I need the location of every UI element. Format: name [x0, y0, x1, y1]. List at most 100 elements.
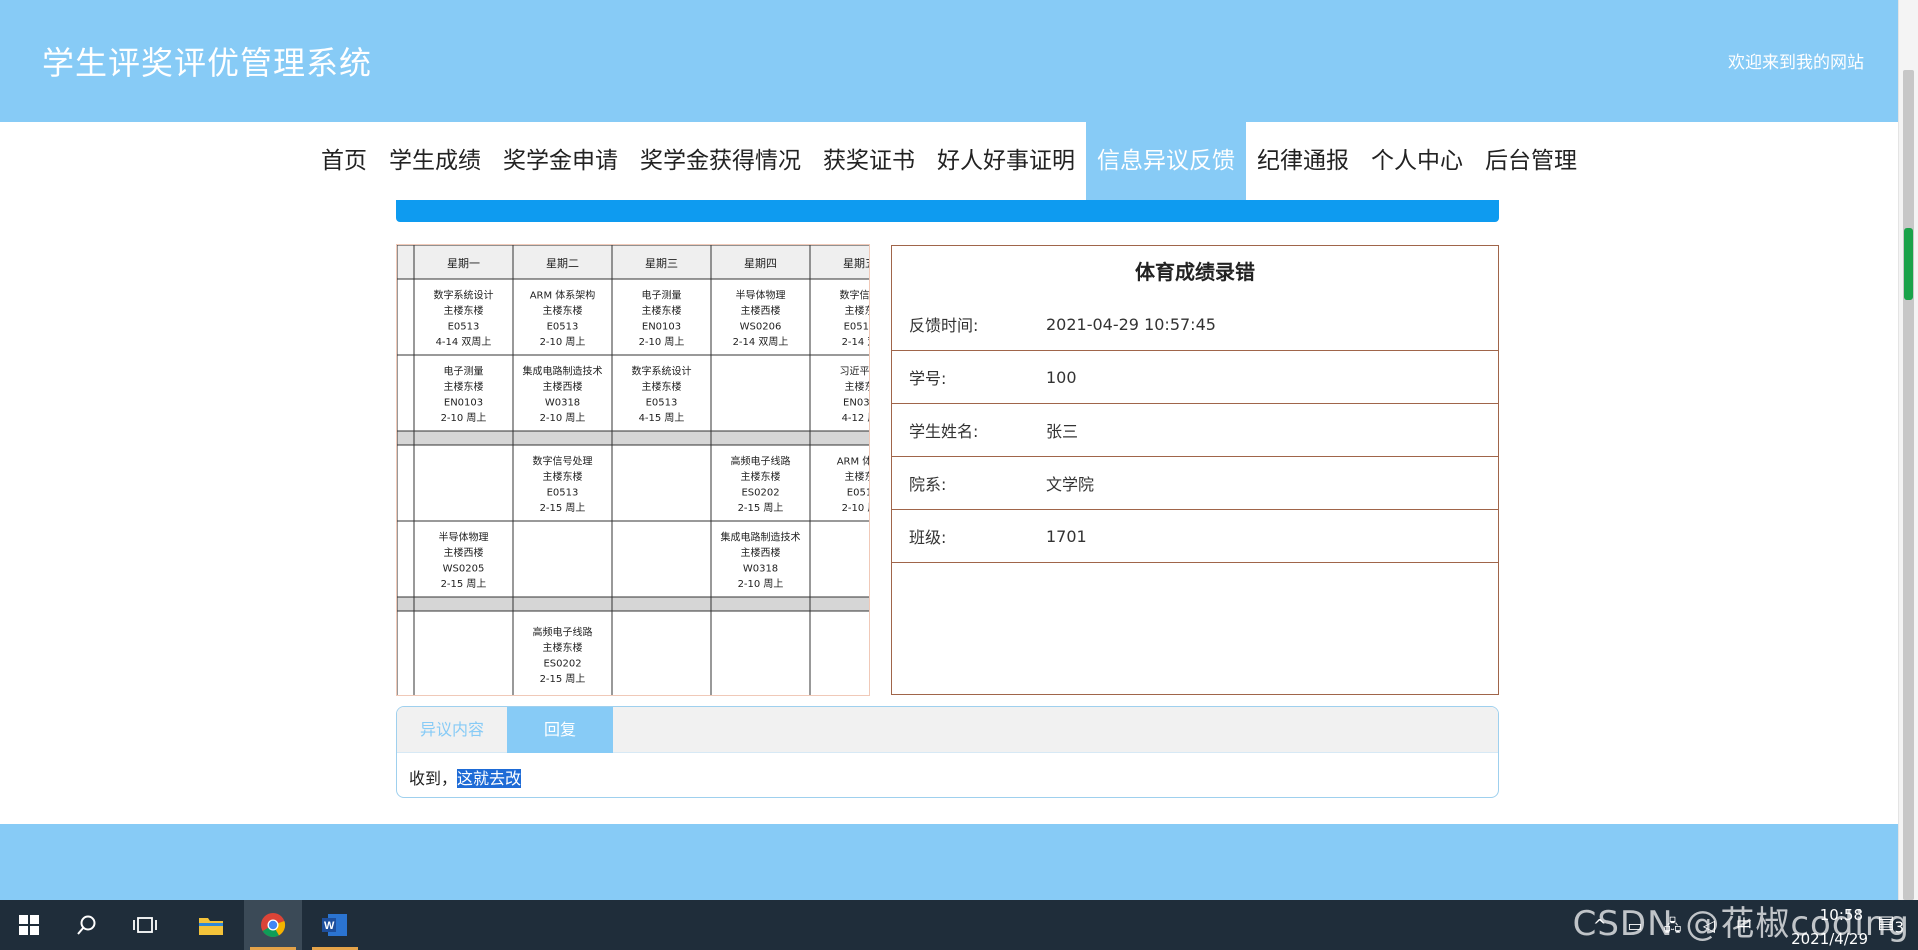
timetable-break-band — [397, 597, 869, 611]
timetable-cell-text: 高频电子线路 — [533, 626, 593, 639]
feedback-image: 星期一星期二星期三星期四星期五数字系统设计主楼东楼E05134-14 双周上AR… — [396, 244, 870, 696]
timetable-cell-text: 2-14 双 — [842, 336, 870, 348]
timetable-cell-text: 2-15 周上 — [540, 502, 586, 514]
info-value: 100 — [1046, 367, 1077, 387]
timetable-cell-text: 集成电路制造技术 — [721, 531, 801, 544]
timetable-header-label: 星期一 — [447, 257, 480, 270]
info-value: 张三 — [1046, 422, 1079, 441]
info-label: 学号: — [909, 369, 947, 388]
timetable-cell-text: ES0202 — [741, 488, 779, 499]
timetable-cell-text: 4-14 双周上 — [436, 336, 492, 348]
reply-content[interactable]: 收到，这就去改 — [397, 753, 1498, 797]
timetable-cell-text: E051 — [847, 488, 870, 499]
scrollbar-marker — [1904, 228, 1913, 300]
task-view-icon[interactable] — [116, 900, 174, 950]
page-scrollbar[interactable] — [1898, 0, 1918, 900]
word-icon[interactable]: W — [306, 900, 364, 950]
timetable-cell-text: E0513 — [448, 322, 480, 333]
chrome-icon[interactable] — [244, 900, 302, 950]
nav-item-feedback[interactable]: 信息异议反馈 — [1086, 122, 1246, 200]
timetable-cell-text: 高频电子线路 — [731, 455, 791, 468]
info-label: 学生姓名: — [909, 422, 979, 441]
timetable-cell-text: EN0103 — [444, 398, 483, 409]
nav-item-good-deeds[interactable]: 好人好事证明 — [926, 122, 1086, 200]
timetable-cell-text: 主楼东楼 — [642, 304, 682, 317]
timetable-cell-text: 主楼西楼 — [741, 304, 781, 317]
timetable-header-label: 星期五 — [843, 257, 870, 270]
timetable-cell-text: 4-15 周上 — [639, 412, 685, 424]
timetable-cell-text: 主楼东 — [845, 380, 871, 393]
site-title[interactable]: 学生评奖评优管理系统 — [42, 38, 372, 84]
timetable-header-label: 星期二 — [546, 257, 579, 270]
timetable-cell-text: 主楼西楼 — [543, 380, 583, 393]
section-accent-bar — [396, 200, 1499, 222]
tab-reply[interactable]: 回复 — [507, 707, 613, 753]
timetable-cell-text: 主楼东楼 — [543, 641, 583, 654]
timetable-cell-text: E0513 — [547, 322, 579, 333]
timetable-cell-text: 2-15 周上 — [540, 673, 586, 685]
info-value: 文学院 — [1046, 475, 1095, 494]
timetable-cell-text: 主楼西楼 — [741, 546, 781, 559]
timetable-cell-text: ARM 体系架构 — [530, 289, 596, 302]
timetable-cell-text: E0513 — [646, 398, 678, 409]
nav-item-admin[interactable]: 后台管理 — [1474, 122, 1588, 200]
timetable-cell-text: 2-10 周上 — [738, 578, 784, 590]
info-label: 院系: — [909, 475, 947, 494]
feedback-detail-panel: 体育成绩录错 反馈时间: 2021-04-29 10:57:45 学号: 100… — [891, 245, 1499, 695]
timetable-cell-text: WS0205 — [443, 564, 485, 575]
timetable-cell-text: 集成电路制造技术 — [523, 365, 603, 378]
timetable-cell-text: 电子测量 — [642, 289, 682, 302]
timetable-cell-text: ARM 体系 — [837, 456, 870, 468]
timetable-cell-text: 2-10 周上 — [540, 336, 586, 348]
timetable-cell-text: 2-15 周上 — [441, 578, 487, 590]
nav-item-home[interactable]: 首页 — [310, 122, 378, 200]
info-row-student-name: 学生姓名: 张三 — [892, 404, 1498, 457]
timetable-cell-text: 半导体物理 — [439, 531, 489, 544]
timetable-cell-text: 主楼东 — [845, 470, 871, 483]
timetable-cell-text: 主楼东楼 — [543, 304, 583, 317]
info-row-class: 班级: 1701 — [892, 510, 1498, 563]
timetable-cell-text: 2-10 周上 — [441, 412, 487, 424]
info-label: 班级: — [909, 528, 947, 547]
tab-objection-content[interactable]: 异议内容 — [397, 707, 507, 753]
timetable-cell-text: E0513 — [547, 488, 579, 499]
timetable-cell-text: 主楼东楼 — [741, 470, 781, 483]
scrollbar-thumb[interactable] — [1903, 70, 1914, 900]
timetable-cell-text: 习近平重 — [840, 365, 871, 378]
feedback-tabs: 异议内容 回复 收到，这就去改 — [396, 706, 1499, 798]
nav-item-scholarship-apply[interactable]: 奖学金申请 — [492, 122, 629, 200]
feedback-title: 体育成绩录错 — [1135, 260, 1255, 284]
nav-item-profile[interactable]: 个人中心 — [1360, 122, 1474, 200]
timetable-cell-text: 电子测量 — [444, 365, 484, 378]
timetable-cell-text: EN030 — [843, 398, 870, 409]
csdn-watermark: CSDN @花椒coding — [1572, 904, 1910, 944]
timetable-cell-text: 数字系统设计 — [632, 365, 692, 378]
timetable-header-label: 星期三 — [645, 257, 678, 270]
nav-item-scholarship-results[interactable]: 奖学金获得情况 — [629, 122, 812, 200]
windows-start-icon[interactable] — [0, 900, 58, 950]
timetable-cell-text: 主楼东楼 — [543, 470, 583, 483]
nav-item-certificates[interactable]: 获奖证书 — [812, 122, 926, 200]
timetable-cell-text: E0513 — [844, 322, 870, 333]
timetable-cell-text: 2-10 周上 — [639, 336, 685, 348]
info-value: 1701 — [1046, 526, 1087, 546]
svg-text:W: W — [324, 920, 335, 932]
info-row-time: 反馈时间: 2021-04-29 10:57:45 — [892, 298, 1498, 351]
nav-item-scores[interactable]: 学生成绩 — [378, 122, 492, 200]
timetable-cell-text: 2-15 周上 — [738, 502, 784, 514]
search-icon[interactable] — [58, 900, 116, 950]
info-row-student-id: 学号: 100 — [892, 351, 1498, 404]
nav-item-discipline[interactable]: 纪律通报 — [1246, 122, 1360, 200]
reply-text-selected: 这就去改 — [457, 769, 522, 788]
reply-text-prefix: 收到， — [409, 769, 458, 788]
timetable-cell-text: 数字信号处理 — [533, 455, 593, 468]
site-header: 学生评奖评优管理系统 欢迎来到我的网站 — [0, 0, 1898, 122]
timetable-break-band — [397, 431, 869, 445]
info-row-department: 院系: 文学院 — [892, 457, 1498, 510]
timetable-cell-text: 4-12 周 — [842, 412, 870, 424]
file-explorer-icon[interactable] — [182, 900, 240, 950]
welcome-text: 欢迎来到我的网站 — [1728, 53, 1864, 73]
timetable-cell-text: 主楼东 — [845, 304, 871, 317]
info-value: 2021-04-29 10:57:45 — [1046, 314, 1216, 334]
timetable-cell-text: 半导体物理 — [736, 289, 786, 302]
